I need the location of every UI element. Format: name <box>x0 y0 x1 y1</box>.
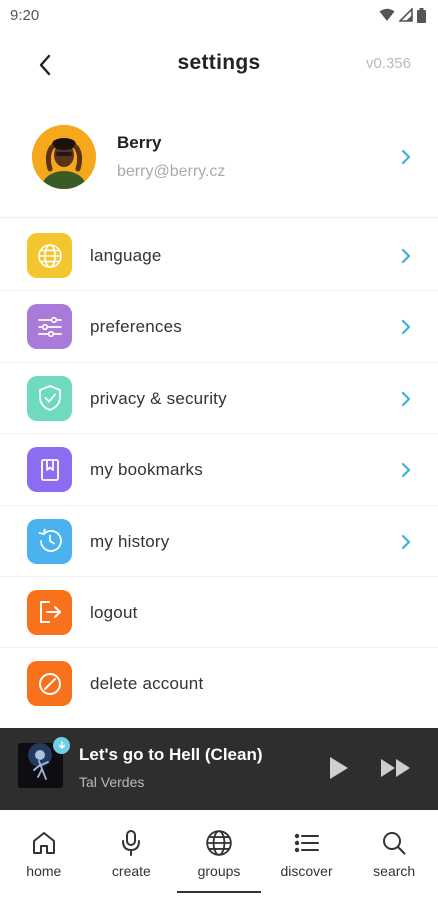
header: settings v0.356 <box>0 40 438 88</box>
menu-icon-bg <box>27 233 72 278</box>
menu-label: my history <box>90 531 170 551</box>
search-icon <box>380 829 408 857</box>
chevron-right-icon <box>401 320 411 335</box>
shield-check-icon <box>38 385 61 412</box>
ban-icon <box>38 672 61 695</box>
menu-item-my-history[interactable]: my history <box>0 506 438 577</box>
play-button[interactable] <box>324 754 352 782</box>
menu-item-my-bookmarks[interactable]: my bookmarks <box>0 434 438 506</box>
sliders-icon <box>37 316 62 338</box>
home-icon <box>30 829 58 857</box>
menu-label: my bookmarks <box>90 460 203 480</box>
menu-label: logout <box>90 602 138 622</box>
globe-icon <box>37 243 62 268</box>
avatar <box>32 125 96 189</box>
download-badge-icon <box>53 737 70 754</box>
nav-label: search <box>373 863 416 879</box>
status-time: 9:20 <box>10 6 40 24</box>
list-icon <box>293 829 321 857</box>
avatar-image <box>32 125 96 189</box>
battery-icon <box>417 7 426 23</box>
menu-icon-bg <box>27 447 72 493</box>
settings-menu: language preferences privacy & security <box>0 220 438 720</box>
nav-item-groups[interactable]: groups <box>175 810 263 900</box>
track-artist: Tal Verdes <box>79 774 145 790</box>
signal-icon <box>399 8 413 22</box>
nav-item-create[interactable]: create <box>88 810 176 900</box>
menu-icon-bg <box>27 589 72 635</box>
microphone-icon <box>117 829 145 857</box>
nav-label: create <box>111 863 151 879</box>
nav-label: home <box>26 863 62 879</box>
globe-icon <box>205 829 233 857</box>
track-title: Let's go to Hell (Clean) <box>79 745 263 764</box>
nav-label: discover <box>280 863 333 879</box>
chevron-right-icon <box>401 248 411 264</box>
menu-label: preferences <box>90 317 182 337</box>
fast-forward-button[interactable] <box>379 756 413 780</box>
chevron-right-icon <box>401 534 411 549</box>
menu-label: delete account <box>90 674 204 694</box>
chevron-right-icon <box>401 149 411 165</box>
status-bar: 9:20 <box>0 0 438 30</box>
status-icons <box>379 7 426 23</box>
mini-player[interactable]: Let's go to Hell (Clean) Tal Verdes <box>0 728 438 810</box>
nav-item-home[interactable]: home <box>0 810 88 900</box>
logout-icon <box>39 601 61 624</box>
menu-item-language[interactable]: language <box>0 220 438 292</box>
menu-label: privacy & security <box>90 388 227 408</box>
chevron-right-icon <box>401 463 411 478</box>
menu-icon-bg <box>27 375 72 421</box>
chevron-right-icon <box>401 391 411 406</box>
profile-email: berry@berry.cz <box>117 163 226 180</box>
nav-item-search[interactable]: search <box>350 810 438 900</box>
menu-icon-bg <box>27 661 72 707</box>
bottom-nav: home create groups discover search <box>0 810 438 900</box>
history-icon <box>38 528 62 552</box>
app-version: v0.356 <box>365 55 411 72</box>
menu-label: language <box>90 246 162 265</box>
menu-icon-bg <box>27 304 72 350</box>
menu-item-privacy-security[interactable]: privacy & security <box>0 363 438 435</box>
profile-row[interactable]: Berry berry@berry.cz <box>0 112 438 218</box>
nav-item-discover[interactable]: discover <box>263 810 351 900</box>
bookmark-icon <box>40 458 59 481</box>
menu-item-delete-account[interactable]: delete account <box>0 648 438 719</box>
wifi-icon <box>379 8 395 21</box>
profile-name: Berry <box>117 133 162 152</box>
menu-item-preferences[interactable]: preferences <box>0 291 438 363</box>
menu-item-logout[interactable]: logout <box>0 577 438 649</box>
menu-icon-bg <box>27 518 72 564</box>
nav-label: groups <box>197 863 241 879</box>
